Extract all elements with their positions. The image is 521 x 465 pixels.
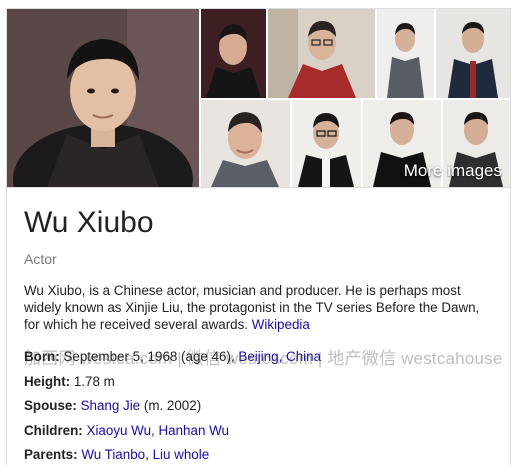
fact-label: Children: (24, 422, 83, 438)
knowledge-panel: More images Wu Xiubo Actor Wu Xiubo, is … (6, 8, 511, 465)
image-gallery: More images (7, 9, 510, 188)
fact-label: Parents: (24, 447, 78, 462)
gallery-image[interactable] (377, 9, 434, 98)
entity-subtitle: Actor (24, 251, 57, 267)
gallery-image[interactable] (268, 9, 375, 98)
gallery-image[interactable] (201, 9, 266, 98)
info-section: Wu Xiubo Actor Wu Xiubo, is a Chinese ac… (7, 205, 510, 465)
entity-title: Wu Xiubo (24, 206, 154, 239)
child-link[interactable]: Xiaoyu Wu (87, 423, 152, 438)
wikipedia-link[interactable]: Wikipedia (252, 317, 310, 332)
fact-value: (m. 2002) (143, 398, 202, 413)
watermark-text: 加西网 westca.com | 微信 westcacom | 地产微信 wes… (24, 349, 503, 368)
gallery-image[interactable] (436, 9, 510, 98)
separator: , (145, 447, 153, 462)
gallery-image[interactable] (201, 100, 290, 187)
fact-parents: Parents: Wu Tianbo, Liu whole (24, 443, 492, 465)
fact-label: Height: (24, 373, 71, 389)
parent-link[interactable]: Wu Tianbo (81, 447, 145, 462)
more-images-link[interactable]: More images (404, 161, 502, 181)
child-link[interactable]: Hanhan Wu (158, 423, 228, 438)
fact-spouse: Spouse: Shang Jie (m. 2002) (24, 394, 492, 419)
spouse-link[interactable]: Shang Jie (81, 398, 141, 413)
fact-children: Children: Xiaoyu Wu, Hanhan Wu (24, 419, 492, 444)
entity-description: Wu Xiubo, is a Chinese actor, musician a… (24, 282, 492, 333)
main-portrait-image[interactable] (7, 9, 199, 187)
gallery-image[interactable] (292, 100, 361, 187)
fact-label: Spouse: (24, 398, 77, 413)
fact-height: Height: 1.78 m (24, 370, 492, 395)
parent-link[interactable]: Liu whole (153, 447, 210, 462)
fact-value: 1.78 m (73, 373, 115, 389)
